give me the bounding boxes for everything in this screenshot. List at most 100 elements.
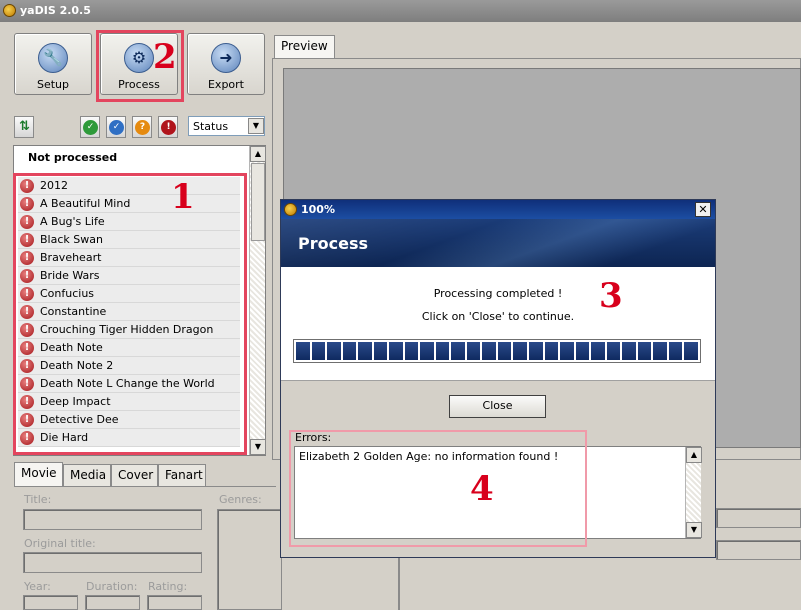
app-icon <box>3 4 16 17</box>
progress-segment <box>622 342 636 360</box>
refresh-button[interactable]: ⇅ <box>14 116 34 138</box>
tab-media[interactable]: Media <box>63 464 111 486</box>
close-button[interactable]: Close <box>449 395 546 418</box>
year-field[interactable] <box>23 595 78 610</box>
progress-segment <box>466 342 481 360</box>
export-button[interactable]: ➜ Export <box>187 33 265 95</box>
rating-label: Rating: <box>148 580 188 593</box>
tab-divider <box>14 486 276 487</box>
check-blue-icon: ✓ <box>109 120 124 135</box>
wrench-icon: 🔧 <box>38 43 68 73</box>
progress-segment <box>451 342 465 360</box>
setup-button[interactable]: 🔧 Setup <box>14 33 92 95</box>
error-icon: ! <box>161 120 176 135</box>
progress-segment <box>296 342 310 360</box>
side-field-2[interactable] <box>716 540 801 560</box>
genres-list[interactable] <box>217 509 282 610</box>
setup-label: Setup <box>36 78 70 91</box>
highlight-box-1 <box>13 173 247 455</box>
chevron-down-icon[interactable]: ▼ <box>248 118 264 134</box>
original-title-label: Original title: <box>24 537 96 550</box>
process-dialog: 100% ✕ Process Processing completed ! Cl… <box>280 199 716 558</box>
progress-segment <box>420 342 434 360</box>
annotation-3: 3 <box>599 276 623 316</box>
list-scrollbar[interactable]: ▲ ▼ <box>249 146 266 455</box>
progress-segment <box>668 342 683 360</box>
filter-error-button[interactable]: ! <box>158 116 178 138</box>
tab-label: Cover <box>118 468 154 482</box>
progress-bar <box>293 339 701 363</box>
duration-field[interactable] <box>85 595 140 610</box>
filter-processed-button[interactable]: ✓ <box>80 116 100 138</box>
side-field-1[interactable] <box>716 508 801 528</box>
question-icon: ? <box>135 120 150 135</box>
annotation-1: 1 <box>171 177 195 217</box>
progress-segment <box>311 342 326 360</box>
dialog-body: Processing completed ! Click on 'Close' … <box>281 267 715 381</box>
tab-label: Movie <box>21 466 57 480</box>
process-label: Process <box>118 78 160 91</box>
window-titlebar: yaDIS 2.0.5 <box>0 0 801 22</box>
progress-segment <box>373 342 388 360</box>
scroll-down-icon[interactable]: ▼ <box>250 439 266 455</box>
arrow-right-icon: ➜ <box>211 43 241 73</box>
tab-label: Media <box>70 468 107 482</box>
year-label: Year: <box>24 580 51 593</box>
export-label: Export <box>207 78 244 91</box>
progress-segment <box>684 342 698 360</box>
filter-uncertain-button[interactable]: ? <box>132 116 152 138</box>
errors-scrollbar[interactable]: ▲ ▼ <box>685 447 702 538</box>
rating-field[interactable] <box>147 595 202 610</box>
window-title: yaDIS 2.0.5 <box>20 4 91 17</box>
progress-segment <box>606 342 621 360</box>
progress-segment <box>497 342 512 360</box>
tab-cover[interactable]: Cover <box>111 464 158 486</box>
progress-segment <box>575 342 590 360</box>
progress-segment <box>591 342 605 360</box>
title-label: Title: <box>24 493 52 506</box>
banner-title: Process <box>298 234 368 253</box>
progress-segment <box>544 342 559 360</box>
progress-segment <box>358 342 372 360</box>
errors-scroll-up-icon[interactable]: ▲ <box>686 447 702 463</box>
progress-segment <box>637 342 652 360</box>
scroll-up-icon[interactable]: ▲ <box>250 146 266 162</box>
highlight-box-4 <box>289 430 587 547</box>
tab-label: Fanart <box>165 468 203 482</box>
dialog-titlebar: 100% <box>281 200 715 219</box>
tab-fanart[interactable]: Fanart <box>158 464 206 486</box>
close-button-label: Close <box>482 399 513 412</box>
list-group-header: Not processed <box>28 151 118 164</box>
tab-preview[interactable]: Preview <box>274 35 335 59</box>
dialog-banner: Process <box>281 219 715 267</box>
dialog-title: 100% <box>301 203 335 216</box>
title-field[interactable] <box>23 509 202 530</box>
progress-segment <box>404 342 419 360</box>
errors-scroll-down-icon[interactable]: ▼ <box>686 522 702 538</box>
close-icon[interactable]: ✕ <box>695 202 711 217</box>
progress-segment <box>482 342 496 360</box>
progress-segment <box>342 342 357 360</box>
filter-verified-button[interactable]: ✓ <box>106 116 126 138</box>
annotation-2: 2 <box>153 37 177 77</box>
status-select[interactable]: Status ▼ <box>188 116 265 136</box>
progress-segment <box>389 342 403 360</box>
message-line-2: Click on 'Close' to continue. <box>421 310 575 323</box>
message-line-1: Processing completed ! <box>433 287 563 300</box>
gear-icon: ⚙ <box>124 43 154 73</box>
check-green-icon: ✓ <box>83 120 98 135</box>
progress-segment <box>653 342 667 360</box>
dialog-app-icon <box>284 203 297 216</box>
progress-segment <box>528 342 543 360</box>
progress-segment <box>327 342 341 360</box>
tab-movie[interactable]: Movie <box>14 462 63 486</box>
progress-segment <box>513 342 527 360</box>
refresh-icon: ⇅ <box>19 119 30 134</box>
duration-label: Duration: <box>86 580 138 593</box>
original-title-field[interactable] <box>23 552 202 573</box>
progress-segment <box>435 342 450 360</box>
genres-label: Genres: <box>219 493 262 506</box>
scroll-thumb[interactable] <box>251 163 265 241</box>
progress-segment <box>560 342 574 360</box>
tab-preview-label: Preview <box>281 39 328 53</box>
